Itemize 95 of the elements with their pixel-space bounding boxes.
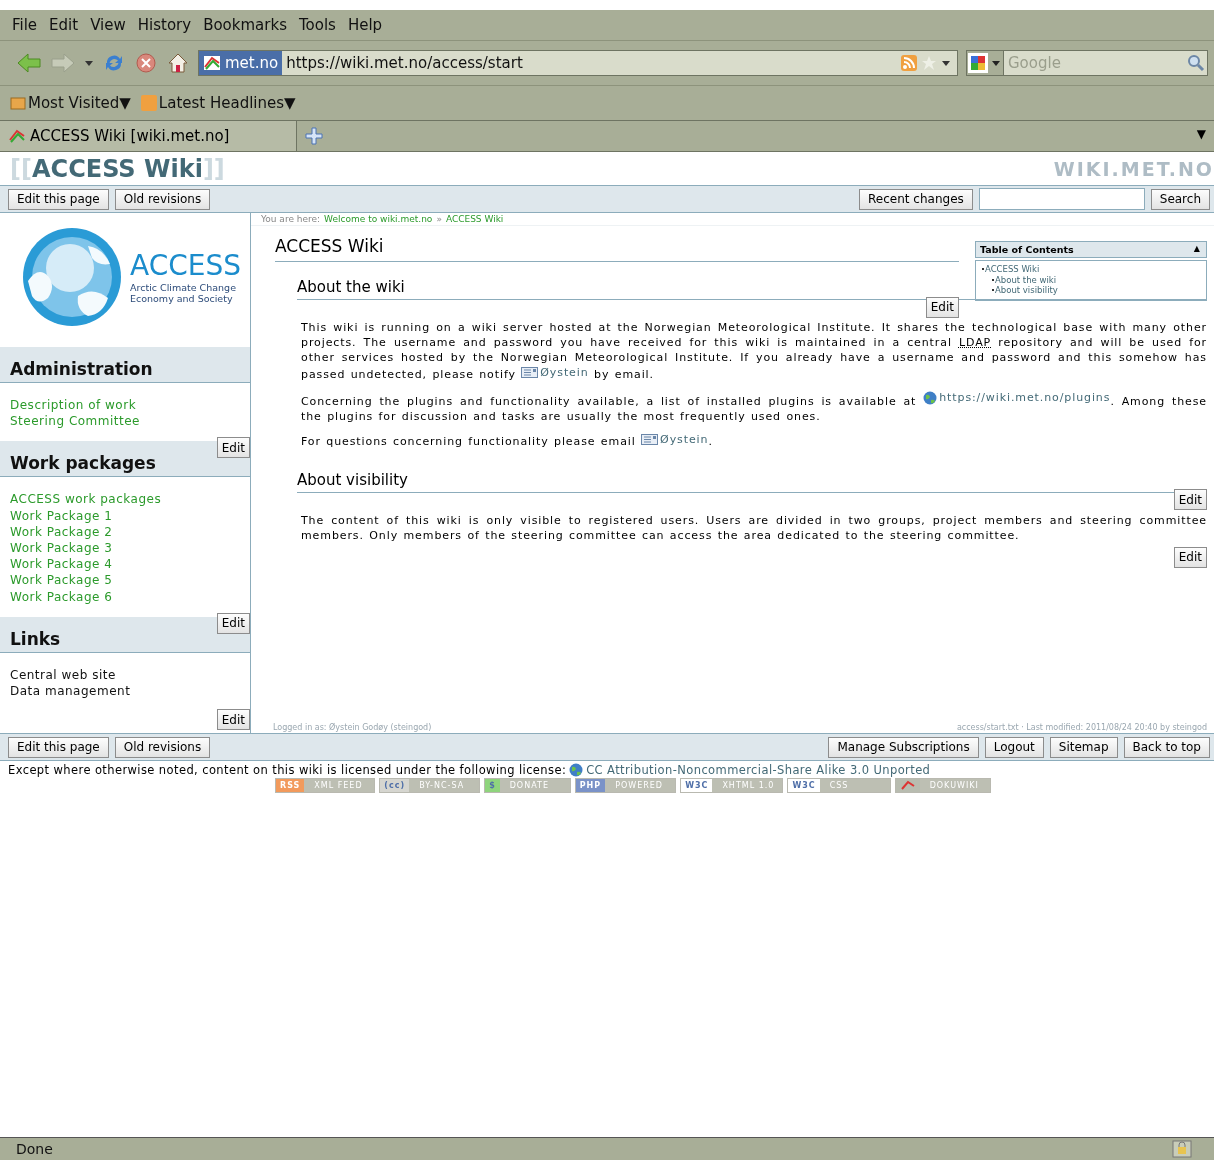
menu-item[interactable]: File <box>8 14 42 36</box>
toc-link[interactable]: ACCESS Wiki <box>985 264 1040 275</box>
wiki-button[interactable]: Old revisions <box>114 736 211 758</box>
status-text: Done <box>15 1141 53 1157</box>
bookmark-item[interactable]: Most Visited▼ <box>10 94 131 112</box>
login-info: Logged in as: Øystein Godøy (steingod) <box>273 723 432 732</box>
title-bracket: [[ <box>10 154 32 183</box>
wiki-button[interactable]: Edit this page <box>8 736 109 758</box>
wiki-button[interactable]: Back to top <box>1123 736 1210 758</box>
license-text: Except where otherwise noted, content on this wiki is licensed under the following license: <box>8 763 567 777</box>
logo-name: ACCESS <box>130 250 241 282</box>
page-title: ACCESS Wiki <box>275 236 959 262</box>
wiki-button[interactable]: Manage Subscriptions <box>828 736 979 758</box>
email-link[interactable]: Øystein <box>521 365 589 380</box>
sidebar-link[interactable]: ACCESS work packages <box>10 491 240 508</box>
paragraph: For questions concerning functionality please email Øystein. <box>301 431 714 449</box>
paragraph: The content of this wiki is only visible to registered users. Users are divided in two groups, project members and steering committee members. Only members of the steering committee can access the area dedicated to the steering committee. <box>301 512 1207 543</box>
sidebar-link[interactable]: Work Package 6 <box>10 588 240 605</box>
url-text: https://wiki.met.no/access/start <box>286 54 524 72</box>
breadcrumb-link[interactable]: Welcome to wiki.met.no <box>324 214 433 224</box>
browser-tab[interactable]: ACCESS Wiki [wiki.met.no] <box>0 121 297 151</box>
wiki-button[interactable]: Sitemap <box>1049 736 1118 758</box>
section-heading: About visibility <box>297 470 1207 493</box>
badge-button[interactable]: W3C CSS <box>787 778 891 793</box>
wiki-title[interactable]: ACCESS Wiki <box>31 154 203 183</box>
sidebar-link[interactable]: Work Package 2 <box>10 523 240 540</box>
toc-link[interactable]: About visibility <box>995 285 1058 296</box>
logo-tagline: Arctic Climate Change <box>130 282 237 293</box>
toc-toggle[interactable]: ▲ <box>1193 244 1200 255</box>
email-icon <box>641 433 659 445</box>
wiki-button[interactable]: Edit this page <box>8 188 109 210</box>
breadcrumb-label: You are here: <box>261 214 321 224</box>
tab-list-button[interactable]: ▼ <box>1188 121 1214 151</box>
sidebar-link[interactable]: Work Package 4 <box>10 556 240 573</box>
sidebar-link[interactable]: Work Package 3 <box>10 540 240 557</box>
back-icon[interactable] <box>16 52 42 74</box>
license-link[interactable]: CC Attribution-Noncommercial-Share Alike 3.0 Unported <box>586 763 931 777</box>
edit-button[interactable]: Edit <box>216 709 250 731</box>
email-icon <box>521 367 539 378</box>
site-logo: WIKI.MET.NO <box>1053 157 1214 180</box>
paragraph: Concerning the plugins and functionality available, a list of installed plugins is available at https://wiki.met.no/plugins. Among these the plugins for discussion and tasks are usually the most frequently used ones. <box>301 390 1207 424</box>
sidebar-link[interactable]: Steering Committee <box>10 413 240 430</box>
logo-tagline: Economy and Society <box>130 293 234 304</box>
stop-icon[interactable] <box>134 51 158 75</box>
site-identity[interactable]: met.no <box>199 51 283 75</box>
menu-item[interactable]: History <box>133 14 196 36</box>
paragraph: This wiki is running on a wiki server hosted at the Norwegian Meteorological Institute. It shares the technological base with many other projects. The username and password you have received for this wiki is maintained in a central LDAP repository and will be used for other services hosted by the Norwegian Meteorological Institute. If you already have a username and password and this somehow has passed undetected, please notify Øystein by email. <box>301 320 1207 382</box>
address-field[interactable]: met.no https://wiki.met.no/access/start <box>198 50 958 76</box>
toc-link[interactable]: About the wiki <box>995 274 1057 285</box>
edit-button[interactable]: Edit <box>216 437 250 459</box>
bookmark-item[interactable]: Latest Headlines▼ <box>140 94 296 112</box>
toc-header[interactable]: Table of Contents ▲ <box>975 241 1207 258</box>
external-link[interactable]: https://wiki.met.no/plugins <box>923 390 1111 405</box>
star-icon[interactable] <box>921 55 937 71</box>
globe-icon <box>569 763 584 777</box>
email-link[interactable]: Øystein <box>641 431 709 447</box>
title-bracket: ]] <box>202 154 225 183</box>
breadcrumb-link[interactable]: ACCESS Wiki <box>445 214 504 224</box>
sidebar-heading: Administration <box>10 359 153 379</box>
sidebar-link[interactable]: Description of work <box>10 397 240 414</box>
new-tab-icon[interactable] <box>305 127 323 145</box>
search-icon[interactable] <box>1187 54 1205 72</box>
sidebar-heading: Work packages <box>10 453 156 474</box>
menu-item[interactable]: Bookmarks <box>199 14 291 36</box>
badge-button[interactable]: W3C XHTML 1.0 <box>680 778 784 793</box>
edit-button[interactable]: Edit <box>1173 546 1207 568</box>
edit-button[interactable]: Edit <box>216 612 250 634</box>
search-engine-icon[interactable] <box>966 50 1004 76</box>
menu-item[interactable]: Help <box>343 14 387 36</box>
menu-item[interactable]: Edit <box>45 14 83 36</box>
badge-button[interactable]: (cc) BY-NC-SA <box>379 778 481 793</box>
forward-icon[interactable] <box>50 52 76 74</box>
edit-button[interactable]: Edit <box>925 296 959 318</box>
search-field[interactable]: Google <box>1004 50 1208 76</box>
abbreviation: LDAP <box>958 336 992 349</box>
search-button[interactable]: Search <box>1150 188 1210 210</box>
menu-item[interactable]: View <box>86 14 130 36</box>
menu-item[interactable]: Tools <box>294 14 340 36</box>
recent-changes-button[interactable]: Recent changes <box>859 188 973 210</box>
sidebar-heading: Links <box>10 628 61 649</box>
search-field[interactable] <box>978 188 1145 210</box>
last-modified: access/start.txt · Last modified: 2011/08/24 20:40 by steingod <box>956 723 1207 732</box>
wiki-button[interactable]: Logout <box>984 736 1044 758</box>
security-icon <box>1172 1140 1192 1158</box>
home-icon[interactable] <box>166 51 190 75</box>
sidebar-link[interactable]: Work Package 1 <box>10 507 240 524</box>
sidebar-text: Central web site <box>10 666 117 684</box>
folder-icon <box>10 95 26 111</box>
globe-icon <box>923 390 938 405</box>
wiki-button[interactable]: Old revisions <box>114 188 211 210</box>
sidebar-text: Data management <box>10 683 132 700</box>
breadcrumb-separator: » <box>436 214 442 224</box>
sidebar-link[interactable]: Work Package 5 <box>10 572 240 589</box>
toc-title: Table of Contents <box>980 244 1074 255</box>
edit-button[interactable]: Edit <box>1173 489 1207 510</box>
